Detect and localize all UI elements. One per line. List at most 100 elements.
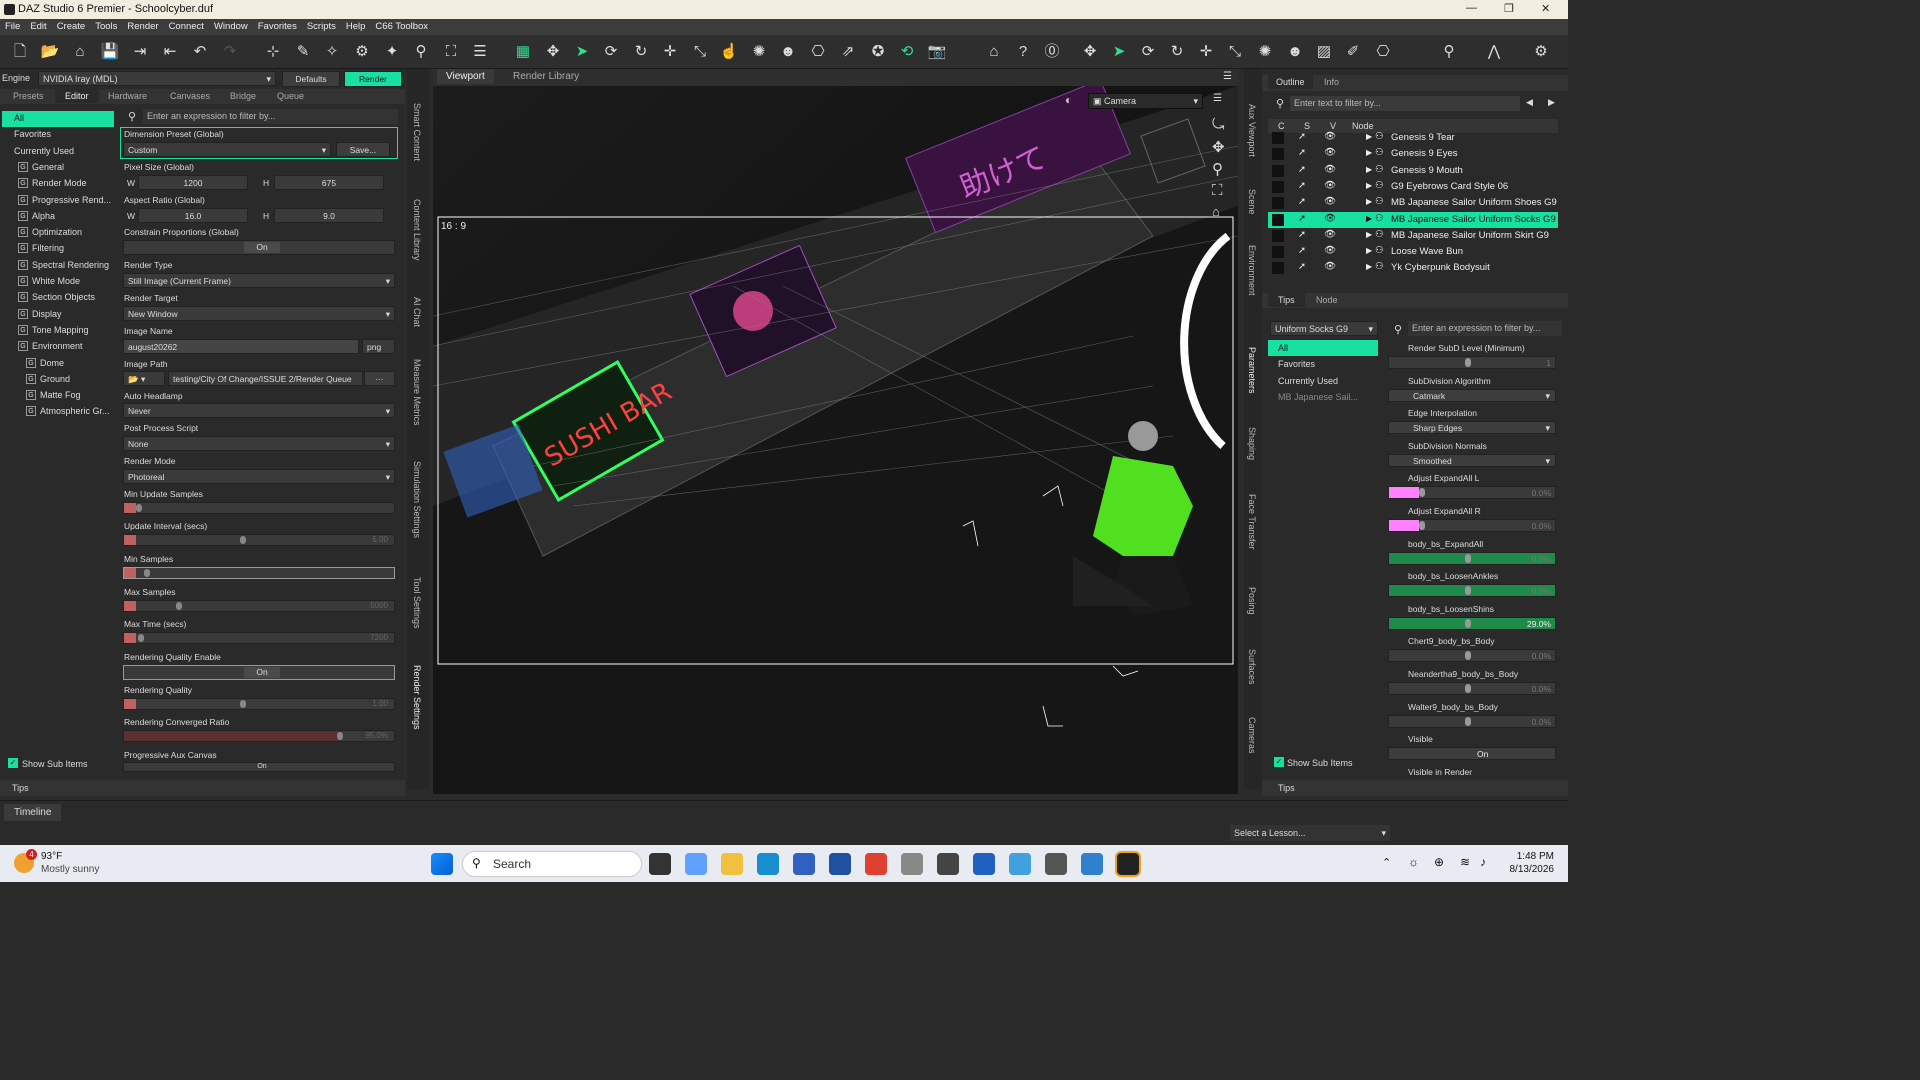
color-swatch[interactable] (1272, 229, 1284, 242)
side-tab-face-transfer[interactable]: Face Transfer (1247, 494, 1257, 550)
tab-bridge[interactable]: Bridge (230, 91, 256, 101)
render-camera-icon[interactable]: 📷 (927, 42, 947, 62)
taskbar-search[interactable]: Search (462, 851, 642, 877)
open-folder-icon[interactable]: 📂 (40, 42, 60, 62)
rotate-icon[interactable]: ↻ (631, 42, 651, 62)
side-tab-content-library[interactable]: Content Library (412, 199, 422, 261)
engine-select[interactable]: NVIDIA Iray (MDL) ▾ (38, 71, 276, 86)
menu-create[interactable]: Create (52, 19, 91, 32)
home-icon[interactable]: ⌂ (984, 42, 1004, 62)
param-control[interactable]: Catmark ▾ (1388, 388, 1556, 402)
search-tool-icon[interactable]: ⚲ (1439, 42, 1459, 62)
side-tab-tool-settings[interactable]: Tool Settings (412, 577, 422, 629)
redo-icon[interactable]: ↷ (220, 42, 240, 62)
category-item[interactable]: G Filtering (2, 241, 114, 257)
weather-desc[interactable]: Mostly sunny (41, 864, 99, 875)
select-arrow-icon[interactable]: ➚ (1298, 147, 1306, 158)
tips-bar[interactable]: Tips (0, 780, 405, 796)
whats-this-icon[interactable]: ? (1013, 42, 1033, 62)
eye-icon[interactable]: 👁 (1324, 147, 1336, 158)
param-category-item[interactable]: Currently Used (1268, 373, 1378, 389)
outline-row[interactable]: ➚ 👁 ▶ ⚇ G9 Eyebrows Card Style 06 (1268, 179, 1558, 195)
rcr-slider[interactable]: 95.0% (123, 730, 395, 742)
app-icon-3[interactable] (1009, 853, 1031, 875)
color-swatch[interactable] (1272, 262, 1284, 275)
save-preset-button[interactable]: Save... (336, 142, 390, 157)
min-update-slider[interactable] (123, 502, 395, 514)
task-view-icon[interactable] (649, 853, 671, 875)
translate-icon[interactable]: ✛ (660, 42, 680, 62)
rq-enable-toggle[interactable]: On (123, 665, 395, 680)
param-control[interactable]: 0.0% (1388, 551, 1556, 565)
slider-knob[interactable] (1419, 521, 1425, 530)
rotate-2-icon[interactable]: ↻ (1167, 42, 1187, 62)
side-tab-surfaces[interactable]: Surfaces (1247, 649, 1257, 685)
menu-help[interactable]: Help (341, 19, 371, 32)
help-icon[interactable]: ⓪ (1042, 42, 1062, 62)
color-swatch[interactable] (1272, 213, 1284, 226)
menu-tools[interactable]: Tools (90, 19, 122, 32)
outline-row[interactable]: ➚ 👁 ▶ ⚇ MB Japanese Sailor Uniform Skirt G9 (1268, 228, 1558, 244)
category-item[interactable]: G Environment (2, 339, 114, 355)
tips-bar-right[interactable]: Tips (1262, 780, 1568, 796)
category-item[interactable]: G Matte Fog (2, 388, 114, 404)
weather-temp[interactable]: 93°F (41, 851, 62, 862)
aspect-height-field[interactable]: 9.0 (274, 208, 384, 223)
tray-network-icon[interactable]: ⊕ (1434, 855, 1444, 869)
tab-editor[interactable]: Editor (55, 89, 99, 103)
select-arrow-icon[interactable]: ➚ (1298, 229, 1306, 240)
tab-node[interactable]: Node (1316, 295, 1338, 305)
eye-icon[interactable]: 👁 (1324, 164, 1336, 175)
select-arrow-2-icon[interactable]: ➤ (1109, 42, 1129, 62)
category-item[interactable]: G Atmospheric Gr... (2, 404, 114, 420)
category-item[interactable]: G Optimization (2, 225, 114, 241)
param-control[interactable]: On (1388, 747, 1556, 761)
iray-preview-icon[interactable]: ⟲ (897, 42, 917, 62)
figure-icon[interactable]: ☻ (778, 42, 798, 62)
scale-2-icon[interactable]: ⤡ (1225, 42, 1245, 62)
menu-edit[interactable]: Edit (25, 19, 51, 32)
param-filter-input[interactable]: Enter an expression to filter by... (1408, 321, 1562, 336)
outline-row[interactable]: ➚ 👁 ▶ ⚇ Loose Wave Bun (1268, 244, 1558, 260)
merge-icon[interactable]: ⌂ (70, 42, 90, 62)
render-mode-select[interactable]: Photoreal ▾ (123, 469, 395, 484)
edge-icon[interactable] (757, 853, 779, 875)
chrome-icon[interactable] (865, 853, 887, 875)
param-control[interactable]: Sharp Edges ▾ (1388, 421, 1556, 435)
expand-arrow-icon[interactable]: ▶ (1366, 197, 1372, 206)
wand-icon[interactable]: ✐ (1343, 42, 1363, 62)
constrain-toggle[interactable]: On (123, 240, 395, 255)
file-explorer-icon[interactable] (721, 853, 743, 875)
surface-tool-icon[interactable]: ⚙ (352, 42, 372, 62)
side-tab-cameras[interactable]: Cameras (1247, 717, 1257, 754)
image-ext-select[interactable]: png (362, 339, 395, 354)
morph-tool-icon[interactable]: ✺ (749, 42, 769, 62)
slider-knob[interactable] (1465, 651, 1471, 661)
new-file-icon[interactable]: 🗋 (10, 42, 30, 62)
eye-icon[interactable]: 👁 (1324, 131, 1336, 142)
side-tab-scene[interactable]: Scene (1247, 189, 1257, 215)
color-swatch[interactable] (1272, 132, 1284, 144)
next-arrow-icon[interactable]: ▶ (1548, 97, 1555, 108)
param-control[interactable]: Smoothed ▾ (1388, 453, 1556, 467)
menu-render[interactable]: Render (122, 19, 163, 32)
show-sub-items-checkbox-right[interactable]: ✓ (1274, 757, 1284, 767)
scale-icon[interactable]: ⤡ (690, 42, 710, 62)
geometry-tool-icon[interactable]: ✦ (382, 42, 402, 62)
slider-knob[interactable] (1465, 618, 1471, 628)
save-icon[interactable]: 💾 (100, 42, 120, 62)
draw-style-icon[interactable]: ◐ (1065, 93, 1072, 107)
frame-camera-icon[interactable]: ⛶ (1212, 182, 1223, 199)
tab-timeline[interactable]: Timeline (4, 804, 62, 821)
orbit-camera-icon[interactable]: ⤿ (1212, 116, 1225, 133)
eye-icon[interactable]: 👁 (1324, 196, 1336, 207)
dim-preset-select[interactable]: Custom ▾ (123, 142, 331, 157)
side-tab-render-settings[interactable]: Render Settings (412, 665, 422, 730)
export-icon[interactable]: ⇤ (160, 42, 180, 62)
select-arrow-icon[interactable]: ➚ (1298, 131, 1306, 142)
param-category-item[interactable]: Favorites (1268, 356, 1378, 372)
category-item[interactable]: G Spectral Rendering (2, 258, 114, 274)
menu-scripts[interactable]: Scripts (302, 19, 341, 32)
param-control[interactable]: 29.0% (1388, 616, 1556, 630)
tab-viewport[interactable]: Viewport (437, 69, 494, 84)
